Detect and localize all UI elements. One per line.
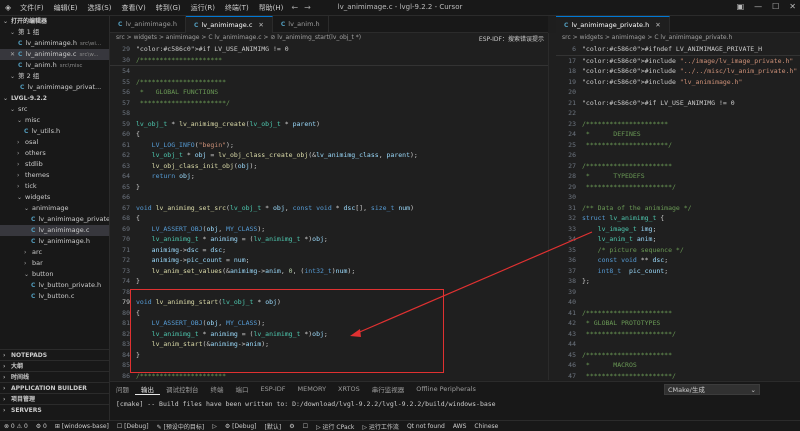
panel-tab[interactable]: Offline Peripherals: [410, 385, 482, 393]
status-item[interactable]: [默认]: [261, 422, 286, 431]
panel-tab[interactable]: ESP-IDF: [255, 385, 292, 393]
status-item[interactable]: Chinese: [470, 423, 502, 430]
output-line: [cmake] -- Build files have been written…: [116, 400, 496, 408]
status-item[interactable]: ☐ [Debug]: [113, 423, 153, 430]
status-item[interactable]: ⚙ 0: [32, 423, 51, 430]
panel-tab[interactable]: 输出: [135, 384, 160, 395]
panel-tab[interactable]: 调试控制台: [160, 384, 205, 394]
annotation-arrow: [350, 231, 593, 337]
status-item[interactable]: ⊞ [windows-base]: [51, 423, 113, 430]
status-item[interactable]: ⚙: [285, 423, 298, 430]
status-item[interactable]: ✎ [预设中的目标]: [153, 422, 209, 431]
panel-tab[interactable]: XRTOS: [332, 385, 366, 393]
status-item[interactable]: ▷: [208, 423, 221, 430]
panel-tab[interactable]: 问题: [110, 384, 135, 394]
status-item[interactable]: ⚙ [Debug]: [221, 423, 261, 430]
status-item[interactable]: ☐: [299, 423, 312, 430]
panel-tab[interactable]: MEMORY: [292, 385, 333, 393]
status-item[interactable]: ▷ 运行 CPack: [312, 422, 358, 431]
output-channel-value: CMake/生成: [668, 386, 705, 394]
output-panel[interactable]: [cmake] -- Build files have been written…: [110, 396, 800, 420]
status-bar: ⊗ 0 ⚠ 0 ⚙ 0 ⊞ [windows-base] ☐ [Debug] ✎ [预设…: [0, 420, 800, 431]
panel-tab[interactable]: 终端: [205, 384, 230, 394]
status-item[interactable]: ⊗ 0 ⚠ 0: [0, 423, 32, 430]
chevron-down-icon: ⌄: [750, 386, 756, 394]
status-item[interactable]: Qt not found: [403, 423, 449, 430]
panel-tab-bar: 问题 输出 调试控制台 终端 端口 ESP-IDF MEMORY XRTOS 串行监视器 Offl…: [110, 381, 800, 396]
status-item[interactable]: AWS: [449, 423, 471, 430]
panel-tab[interactable]: 端口: [230, 384, 255, 394]
output-channel-select[interactable]: CMake/生成 ⌄: [664, 384, 760, 395]
status-item[interactable]: ▷ 运行工作流: [358, 422, 403, 431]
panel-tab[interactable]: 串行监视器: [366, 384, 411, 394]
